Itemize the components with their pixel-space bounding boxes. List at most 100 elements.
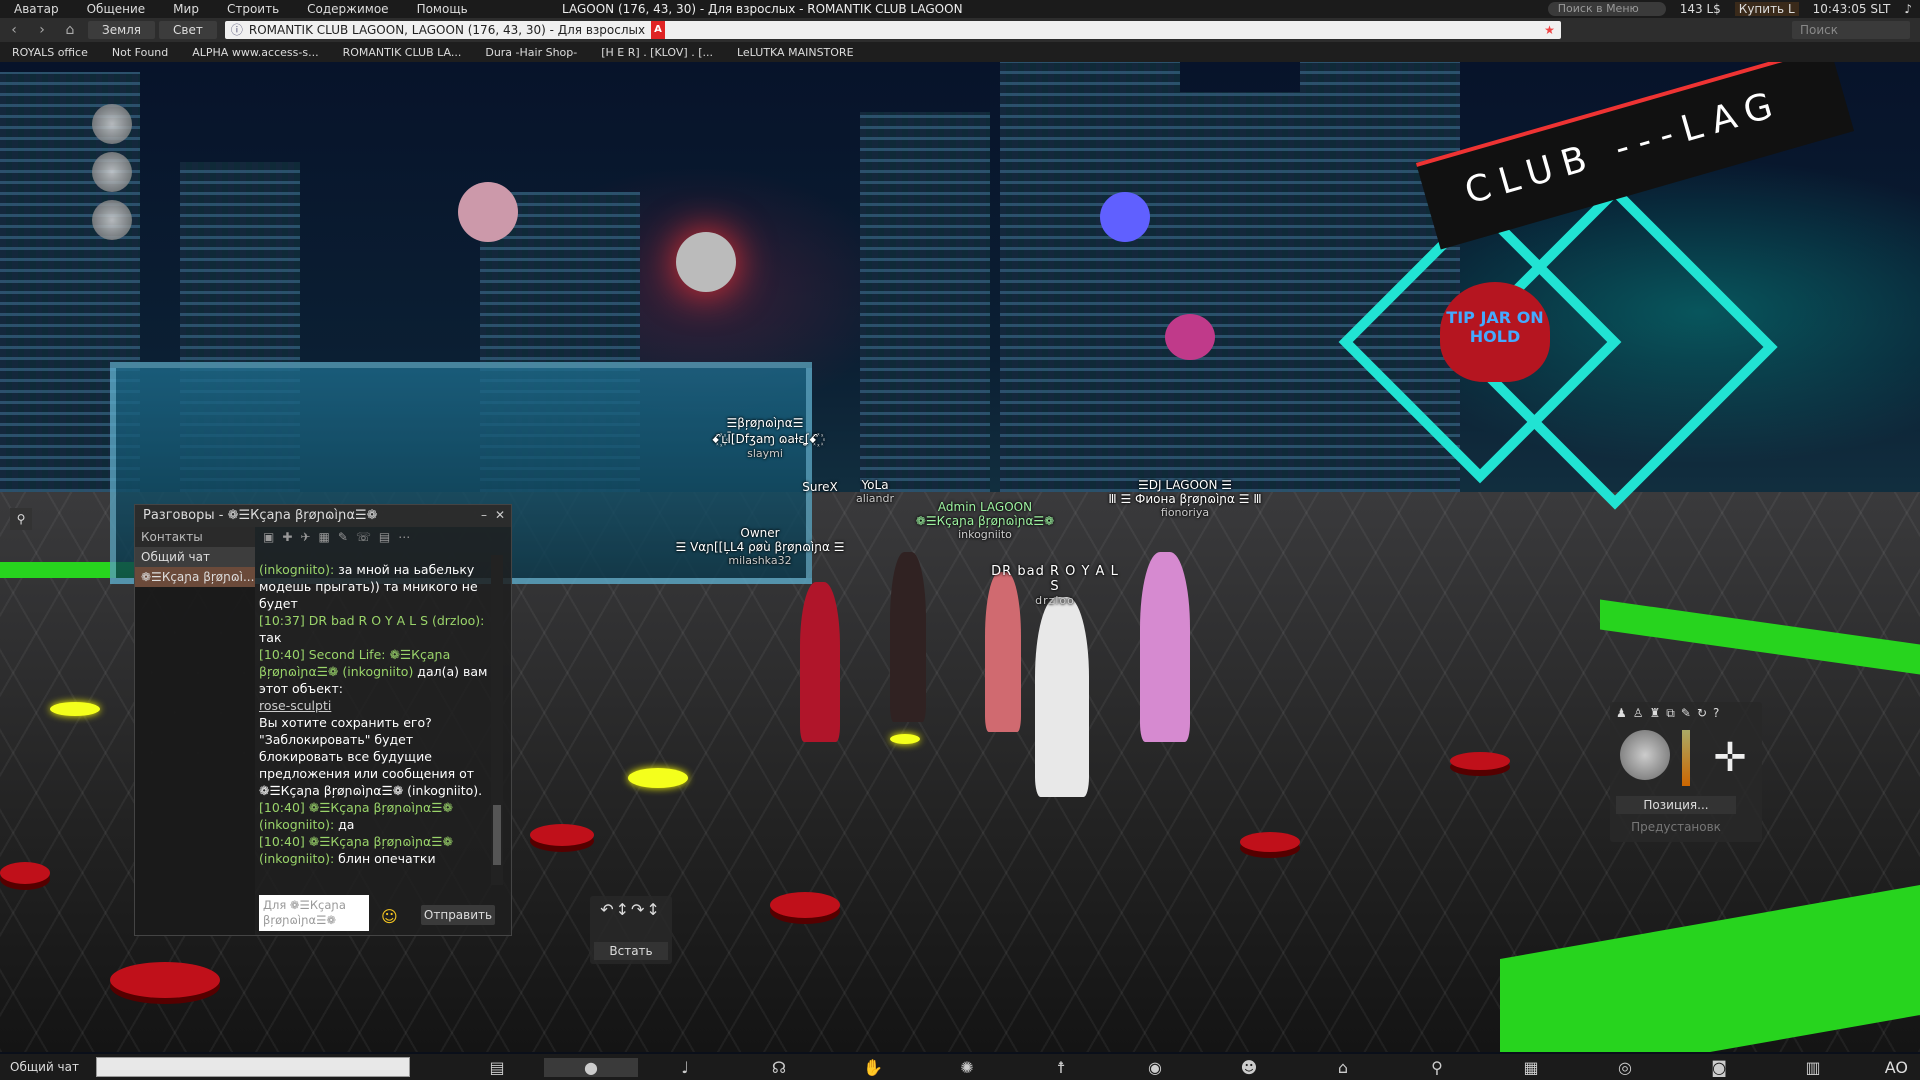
conversations-title[interactable]: Разговоры - ❁☰Кçaɲa βŗøɲɷìɲα☰❁ xyxy=(135,505,511,527)
conversation-im[interactable]: ❁☰Кçaɲa βŗøɲɷì... xyxy=(135,567,255,587)
floor-light xyxy=(110,962,220,998)
scroll-thumb[interactable] xyxy=(493,805,501,865)
favorite-link[interactable]: ROYALS office xyxy=(0,46,100,59)
camera-mouselook-icon[interactable]: ✎ xyxy=(1681,706,1691,721)
emoji-icon[interactable]: ☺ xyxy=(381,907,398,926)
movement-panel: ↶↕↷↕ Встать xyxy=(590,896,672,964)
favorite-link[interactable]: LeLUTKA MAINSTORE xyxy=(725,46,866,59)
avatar[interactable] xyxy=(800,582,840,742)
call-icon[interactable]: ☏ xyxy=(356,530,371,544)
map-icon[interactable]: ▦ xyxy=(1484,1058,1578,1077)
microphone-icon[interactable]: ♩ xyxy=(638,1058,732,1077)
favorite-link[interactable]: [H E R] . [KLOV] . [... xyxy=(589,46,725,59)
add-friend-icon[interactable]: ✚ xyxy=(282,530,292,544)
notecard-icon[interactable]: ▤ xyxy=(450,1058,544,1077)
snapshot-icon[interactable]: ◙ xyxy=(1672,1058,1766,1077)
headphones-icon[interactable]: ☊ xyxy=(732,1058,826,1077)
search-icon[interactable]: ⚲ xyxy=(1390,1058,1484,1077)
appearance-icon[interactable]: ⌂ xyxy=(1296,1058,1390,1077)
info-icon[interactable]: ⓘ xyxy=(231,21,243,39)
view-icon[interactable]: ◉ xyxy=(1108,1058,1202,1077)
contacts-button[interactable]: Контакты xyxy=(135,527,255,547)
location-bar[interactable]: ⓘ ROMANTIK CLUB LAGOON, LAGOON (176, 43,… xyxy=(224,21,1561,39)
outfit-icon[interactable] xyxy=(92,104,132,144)
back-icon[interactable]: ‹ xyxy=(0,22,28,38)
forward-icon[interactable]: › xyxy=(28,22,56,38)
im-input[interactable]: Для ❁☰Кçaɲa βŗøɲɷìɲα☰❁ xyxy=(259,895,369,931)
tip-jar[interactable]: TIP JAR ON HOLD xyxy=(1440,282,1550,382)
camera-reset-icon[interactable]: ↻ xyxy=(1697,706,1707,721)
location-pin-icon[interactable]: ⚲ xyxy=(10,508,32,530)
pay-icon[interactable]: ✎ xyxy=(338,530,348,544)
menu-avatar[interactable]: Аватар xyxy=(0,2,73,16)
minimize-icon[interactable]: – xyxy=(481,508,487,522)
favorite-link[interactable]: ALPHA www.access-s... xyxy=(180,46,330,59)
camera-rear-icon[interactable]: ♜ xyxy=(1650,706,1661,721)
favorite-link[interactable]: ROMANTIK CLUB LA... xyxy=(331,46,474,59)
send-button[interactable]: Отправить xyxy=(421,905,495,925)
people-icon[interactable]: ☻ xyxy=(1202,1058,1296,1077)
volume-icon[interactable]: ♪ xyxy=(1904,2,1912,16)
history-icon[interactable]: ▤ xyxy=(379,530,390,544)
movement-icon[interactable]: ☨ xyxy=(1014,1058,1108,1077)
menu-help[interactable]: Помощь xyxy=(403,2,482,16)
menu-communicate[interactable]: Общение xyxy=(73,2,160,16)
object-icon[interactable] xyxy=(92,200,132,240)
tab-earth[interactable]: Земля xyxy=(88,21,156,39)
help-icon[interactable]: ? xyxy=(1713,706,1719,721)
clock: 10:43:05 SLT xyxy=(1812,2,1891,16)
chat-icon[interactable]: ● xyxy=(544,1057,638,1077)
close-icon[interactable]: ✕ xyxy=(495,508,505,522)
more-icon[interactable]: ⋯ xyxy=(398,530,410,544)
teleport-icon[interactable]: ✈ xyxy=(300,530,310,544)
chat-toolbar: ▣ ✚ ✈ ▦ ✎ ☏ ▤ ⋯ xyxy=(257,527,511,547)
nearby-chat-input[interactable] xyxy=(96,1057,410,1077)
share-icon[interactable]: ▦ xyxy=(318,530,329,544)
favorite-link[interactable]: Dura -Hair Shop- xyxy=(473,46,589,59)
inventory-icon[interactable]: ▥ xyxy=(1766,1058,1860,1077)
chat-log: (inkogniito): за мной на ьабельку модешь… xyxy=(259,561,491,881)
menu-build[interactable]: Строить xyxy=(213,2,293,16)
nametag-username: slaymi xyxy=(747,447,783,460)
chat-scrollbar[interactable] xyxy=(491,555,503,885)
minimap-icon[interactable]: ◎ xyxy=(1578,1058,1672,1077)
favorite-star-icon[interactable]: ★ xyxy=(1544,21,1555,39)
nearby-chat-label[interactable]: Общий чат xyxy=(0,1060,96,1074)
menu-search-input[interactable]: Поиск в Меню xyxy=(1547,2,1666,16)
tab-light[interactable]: Свет xyxy=(159,21,217,39)
nametag-name: SureX xyxy=(802,480,838,494)
floor-light-yellow xyxy=(50,702,100,716)
conversation-nearby[interactable]: Общий чат xyxy=(135,547,255,567)
chat-sender: [10:37] DR bad R O Y A L S (drzloo): xyxy=(259,613,485,628)
home-icon[interactable]: ⌂ xyxy=(56,22,84,38)
avatar[interactable] xyxy=(1140,552,1190,742)
ao-button[interactable]: AO xyxy=(1885,1058,1920,1077)
avatar[interactable] xyxy=(1035,597,1089,797)
object-link[interactable]: rose-sculpti xyxy=(259,698,331,713)
stand-up-button[interactable]: Встать xyxy=(594,942,668,960)
preset-dropdown[interactable]: Предустановк xyxy=(1616,818,1736,836)
avatar[interactable] xyxy=(890,552,926,722)
nav-icon[interactable] xyxy=(92,152,132,192)
orbit-joystick[interactable] xyxy=(1620,730,1670,780)
floor-light xyxy=(1240,832,1300,852)
profile-icon[interactable]: ▣ xyxy=(263,530,274,544)
camera-side-icon[interactable]: ♙ xyxy=(1633,706,1644,721)
camera-object-icon[interactable]: ⧉ xyxy=(1666,706,1675,721)
chat-sender: (inkogniito): xyxy=(259,562,335,577)
nametag-name: YoLa xyxy=(861,478,889,492)
gestures-icon[interactable]: ✋ xyxy=(826,1058,920,1077)
nametag-name: ☰βŗøɲɷìɲα☰ xyxy=(726,416,804,430)
menu-world[interactable]: Мир xyxy=(159,2,213,16)
zoom-slider[interactable] xyxy=(1682,730,1690,786)
disco-ball xyxy=(676,232,736,292)
pan-joystick-icon[interactable]: ✛ xyxy=(1702,730,1758,786)
nav-search-input[interactable]: Поиск xyxy=(1792,21,1910,39)
teleport-icon[interactable]: ✺ xyxy=(920,1058,1014,1077)
movement-arrows-icon[interactable]: ↶↕↷↕ xyxy=(590,896,672,919)
camera-front-icon[interactable]: ♟ xyxy=(1616,706,1627,721)
buy-currency-button[interactable]: Купить L xyxy=(1734,2,1799,16)
favorite-link[interactable]: Not Found xyxy=(100,46,180,59)
position-button[interactable]: Позиция... xyxy=(1616,796,1736,814)
menu-content[interactable]: Содержимое xyxy=(293,2,402,16)
